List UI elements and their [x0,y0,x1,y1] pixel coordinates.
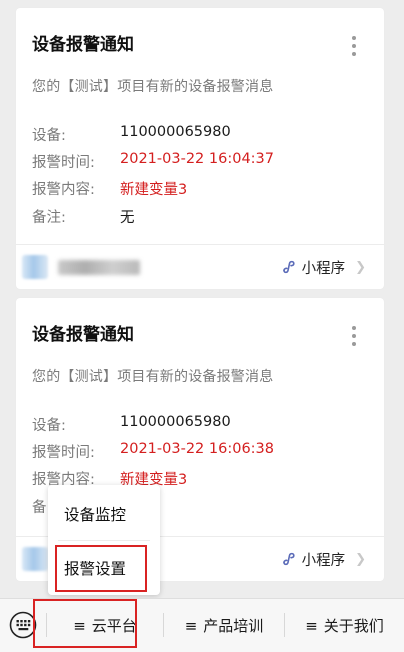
chevron-right-icon: ❯ [355,551,366,567]
chevron-right-icon: ❯ [355,259,366,275]
row-label: 报警内容: [32,182,95,198]
row-label: 备注: [32,210,66,226]
avatar [22,547,48,571]
row-label: 报警时间: [32,445,95,461]
mini-program-link[interactable]: 小程序 ❯ [281,548,366,570]
menu-item-label: 产品培训 [203,617,264,635]
mini-program-icon [282,260,295,274]
avatar [22,255,48,279]
card-title: 设备报警通知 [32,35,134,55]
row-value: 2021-03-22 16:04:37 [120,151,274,167]
menu-item-product-training[interactable]: ≡ 产品培训 [164,599,284,652]
row-label: 备 [32,500,47,516]
more-vertical-icon[interactable] [352,36,356,56]
mini-program-link[interactable]: 小程序 ❯ [281,256,366,278]
card-title: 设备报警通知 [32,325,134,345]
row-value: 新建变量3 [120,182,188,198]
mini-program-label: 小程序 [301,552,346,569]
menu-item-about-us[interactable]: ≡ 关于我们 [285,599,404,652]
card-footer[interactable]: 小程序 ❯ [16,244,384,289]
mini-program-label: 小程序 [301,260,346,277]
row-label: 设备: [32,418,66,434]
row-value: 2021-03-22 16:06:38 [120,441,274,457]
mini-program-icon [282,552,295,566]
hamburger-icon: ≡ [184,616,198,635]
row-label: 设备: [32,128,66,144]
highlight-box-alarm-settings [55,545,147,592]
submenu-divider [58,540,150,541]
more-vertical-icon[interactable] [352,326,356,346]
message-card-1[interactable]: 设备报警通知 您的【测试】项目有新的设备报警消息 设备: 11000006598… [16,8,384,289]
highlight-box-cloud-platform [33,599,137,648]
row-label: 报警时间: [32,155,95,171]
hamburger-icon: ≡ [305,616,318,635]
row-value: 无 [120,210,135,226]
card-intro: 您的【测试】项目有新的设备报警消息 [32,79,274,95]
submenu-item-device-monitor[interactable]: 设备监控 [48,491,160,537]
card-intro: 您的【测试】项目有新的设备报警消息 [32,369,274,385]
blurred-sender-name [58,260,140,275]
menu-item-label: 关于我们 [323,617,384,635]
row-value: 110000065980 [120,414,231,430]
row-value: 110000065980 [120,124,231,140]
